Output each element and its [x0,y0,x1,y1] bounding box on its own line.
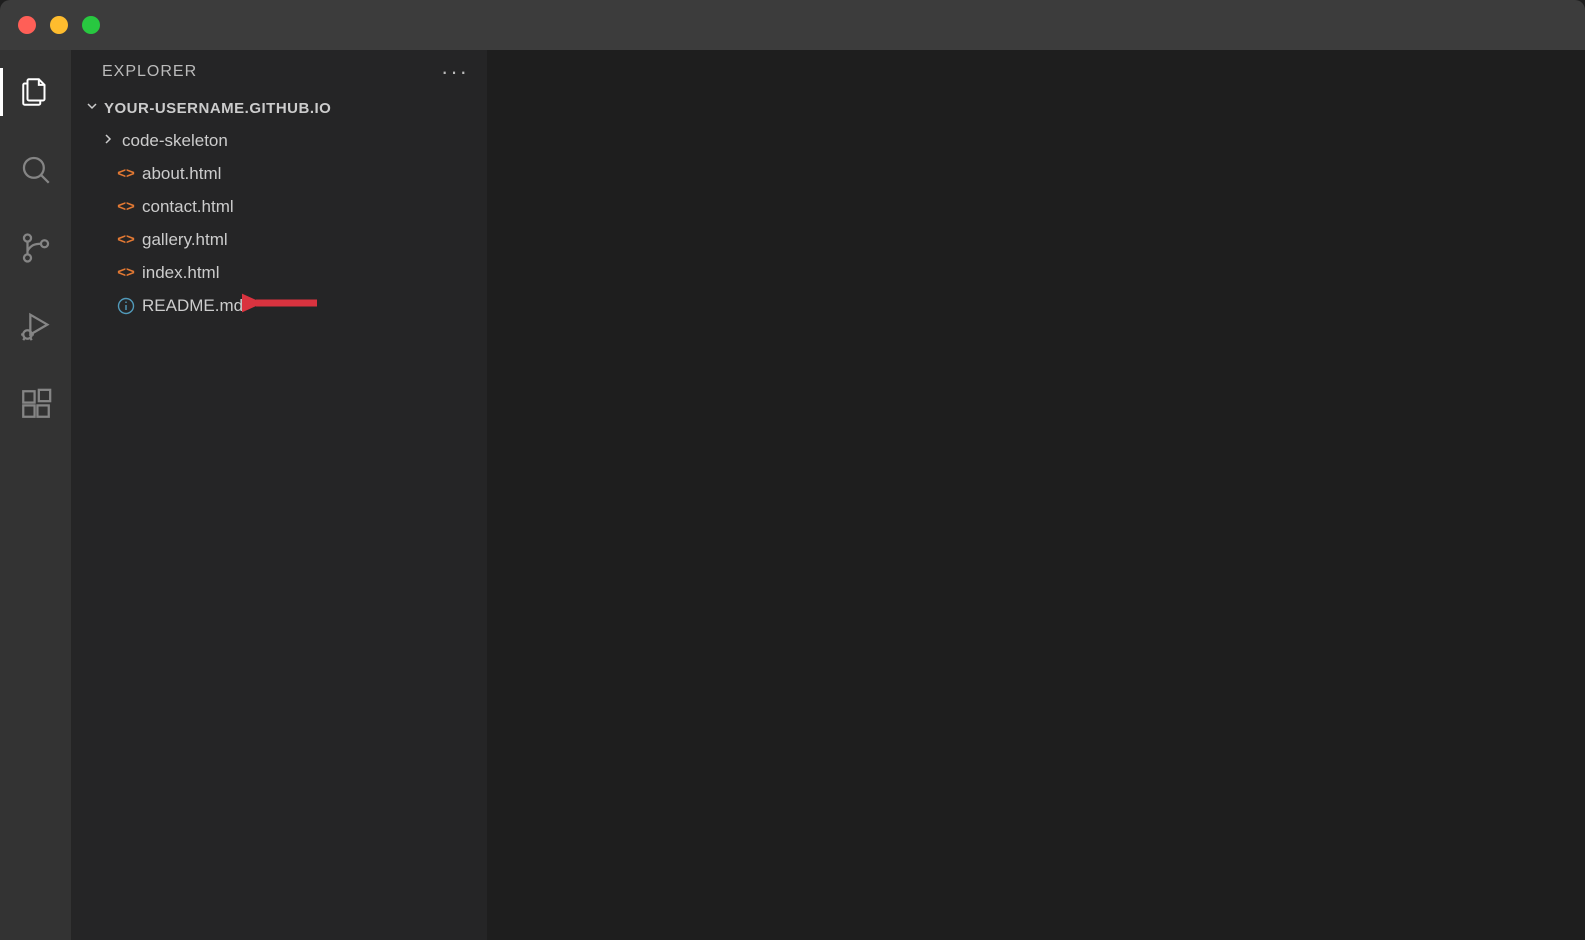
files-icon [19,75,53,109]
tree-item-label: contact.html [142,197,234,217]
sidebar-title: EXPLORER [102,63,197,81]
file-item-readme[interactable]: README.md [72,289,487,322]
sidebar-header: EXPLORER ··· [72,50,487,94]
sidebar: EXPLORER ··· YOUR-USERNAME.GITHUB.IO cod… [72,50,487,940]
html-file-icon: <> [116,264,136,281]
search-icon [19,153,53,187]
file-item-gallery[interactable]: <> gallery.html [72,223,487,256]
tree-item-label: code-skeleton [122,131,228,151]
file-tree: code-skeleton <> about.html <> contact.h… [72,122,487,322]
main-layout: EXPLORER ··· YOUR-USERNAME.GITHUB.IO cod… [0,50,1585,940]
source-control-icon [19,231,53,265]
root-folder-header[interactable]: YOUR-USERNAME.GITHUB.IO [72,94,487,122]
root-folder-name: YOUR-USERNAME.GITHUB.IO [104,100,331,117]
extensions-icon [19,387,53,421]
chevron-down-icon [82,98,102,118]
tree-item-label: index.html [142,263,219,283]
window-titlebar [0,0,1585,50]
file-item-about[interactable]: <> about.html [72,157,487,190]
run-debug-tab[interactable] [0,302,72,350]
file-item-index[interactable]: <> index.html [72,256,487,289]
html-file-icon: <> [116,231,136,248]
debug-icon [19,309,53,343]
maximize-window-button[interactable] [82,16,100,34]
sidebar-more-button[interactable]: ··· [441,59,469,85]
search-tab[interactable] [0,146,72,194]
html-file-icon: <> [116,165,136,182]
close-window-button[interactable] [18,16,36,34]
minimize-window-button[interactable] [50,16,68,34]
tree-item-label: about.html [142,164,221,184]
tree-item-label: gallery.html [142,230,228,250]
html-file-icon: <> [116,198,136,215]
editor-area [487,50,1585,940]
extensions-tab[interactable] [0,380,72,428]
activity-bar [0,50,72,940]
folder-item-code-skeleton[interactable]: code-skeleton [72,124,487,157]
explorer-tab[interactable] [0,68,72,116]
info-file-icon [116,297,136,315]
source-control-tab[interactable] [0,224,72,272]
tree-item-label: README.md [142,296,243,316]
file-item-contact[interactable]: <> contact.html [72,190,487,223]
chevron-right-icon [100,131,116,150]
